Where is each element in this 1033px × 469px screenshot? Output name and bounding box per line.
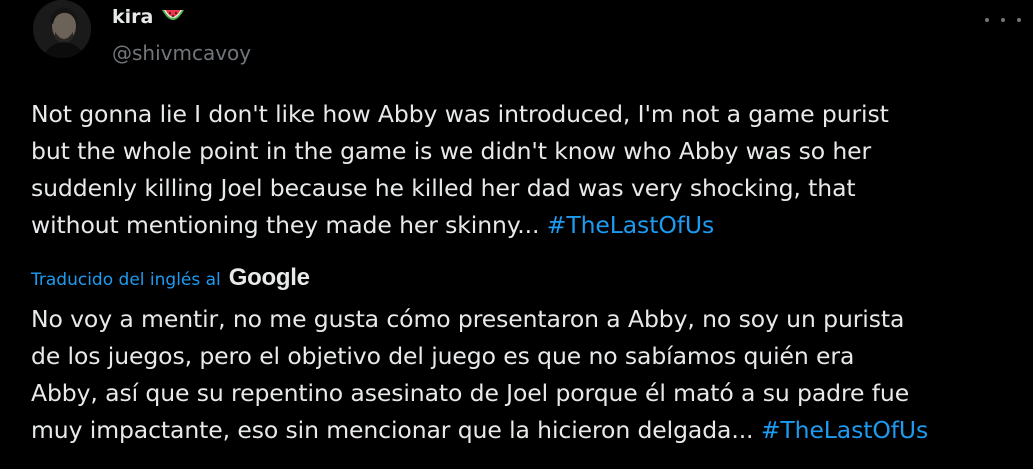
- avatar-portrait-icon: [33, 0, 91, 58]
- text-line: de los juegos, pero el objetivo del jueg…: [31, 342, 855, 370]
- tweet-translated-text: No voy a mentir, no me gusta cómo presen…: [31, 301, 1021, 449]
- user-info: kira @shivmcavoy: [112, 5, 251, 65]
- dot: [1017, 18, 1021, 22]
- dot: [1001, 18, 1005, 22]
- user-handle[interactable]: @shivmcavoy: [112, 41, 251, 65]
- tweet-card: kira @shivmcavoy Not gonna lie I don't l…: [0, 0, 1033, 469]
- translation-attribution: Traducido del inglés al Google: [31, 264, 310, 292]
- translation-label[interactable]: Traducido del inglés al: [31, 270, 221, 290]
- text-line: but the whole point in the game is we di…: [31, 137, 872, 165]
- text-line: muy impactante, eso sin mencionar que la…: [31, 412, 1021, 449]
- watermelon-icon: [161, 8, 185, 26]
- text-line: suddenly killing Joel because he killed …: [31, 174, 856, 202]
- text-line-content: without mentioning they made her skinny.…: [31, 211, 547, 239]
- google-logo: Google: [228, 264, 310, 291]
- hashtag-link[interactable]: #TheLastOfUs: [761, 416, 928, 444]
- text-line-content: muy impactante, eso sin mencionar que la…: [31, 416, 761, 444]
- display-name-text: kira: [112, 6, 154, 28]
- avatar[interactable]: [33, 0, 91, 58]
- text-line: without mentioning they made her skinny.…: [31, 207, 1021, 244]
- text-line: Abby, así que su repentino asesinato de …: [31, 379, 910, 407]
- text-line: Not gonna lie I don't like how Abby was …: [31, 100, 889, 128]
- more-options-icon[interactable]: [985, 10, 1021, 30]
- tweet-original-text: Not gonna lie I don't like how Abby was …: [31, 96, 1021, 244]
- dot: [985, 18, 989, 22]
- text-line: No voy a mentir, no me gusta cómo presen…: [31, 305, 905, 333]
- display-name[interactable]: kira: [112, 5, 251, 29]
- hashtag-link[interactable]: #TheLastOfUs: [547, 211, 714, 239]
